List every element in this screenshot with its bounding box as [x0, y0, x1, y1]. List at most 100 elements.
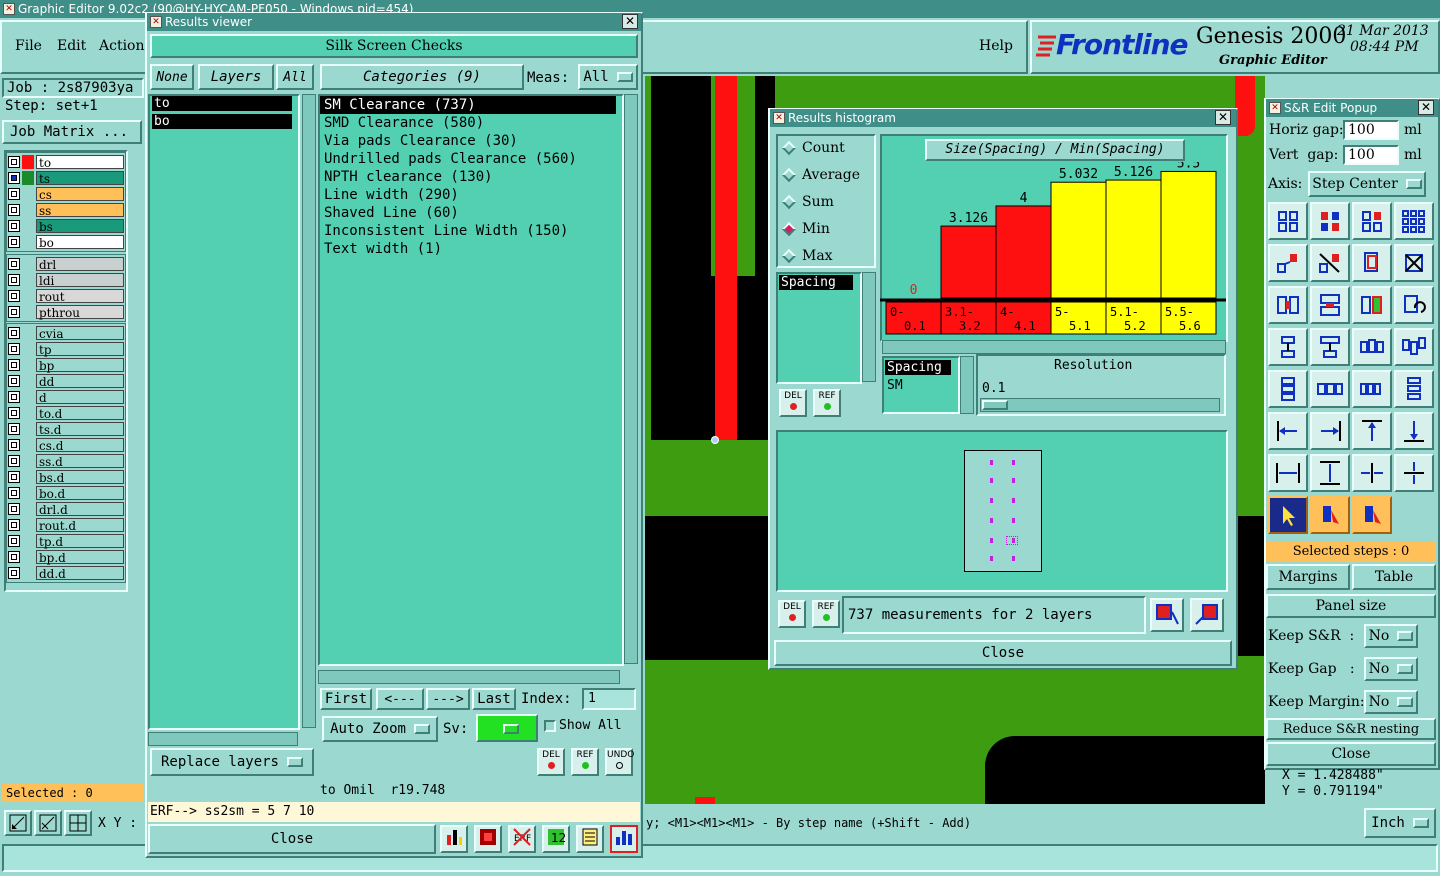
import-icon[interactable] — [1190, 598, 1224, 632]
results-layer-item[interactable]: to — [152, 96, 292, 111]
layer-checkbox[interactable] — [8, 439, 20, 451]
menu-file[interactable]: File — [15, 38, 42, 54]
spacing-list-item[interactable]: Spacing — [779, 275, 853, 290]
replace-layers-dropdown[interactable]: Replace layers — [150, 748, 314, 776]
layer-list-hscrollbar[interactable] — [148, 732, 298, 746]
matrix-icon[interactable] — [1394, 202, 1434, 240]
mode-radio-average[interactable]: Average — [781, 167, 860, 183]
results-close-icon[interactable]: ✕ — [622, 14, 638, 29]
keep-sr-dropdown[interactable]: No — [1364, 624, 1418, 648]
histogram-bar[interactable] — [1105, 179, 1162, 299]
resize-step-icon[interactable] — [1352, 244, 1392, 282]
sr-close-icon[interactable]: ✕ — [1418, 100, 1434, 115]
edit-step-icon[interactable] — [1310, 496, 1350, 534]
categories-hscrollbar[interactable] — [318, 670, 620, 684]
layer-checkbox[interactable] — [8, 236, 20, 248]
undo-button[interactable]: UNDO — [605, 748, 634, 776]
layer-row-cvia[interactable]: cvia — [8, 325, 124, 341]
layer-row-bs[interactable]: bs — [8, 218, 124, 234]
layer-row-ts-d[interactable]: ts.d — [8, 421, 124, 437]
layer-checkbox[interactable] — [8, 274, 20, 286]
layer-row-dd[interactable]: dd — [8, 373, 124, 389]
layer-checkbox[interactable] — [8, 188, 20, 200]
keep-gap-dropdown[interactable]: No — [1364, 657, 1418, 681]
vert-gap-input[interactable]: 100 — [1343, 145, 1399, 165]
distribute-h-icon[interactable] — [1352, 328, 1392, 366]
mode-radio-sum[interactable]: Sum — [781, 194, 834, 210]
align-right-icon[interactable] — [1310, 412, 1350, 450]
stack-icon[interactable] — [1268, 370, 1308, 408]
align-center-icon[interactable] — [1268, 328, 1308, 366]
layer-checkbox[interactable] — [8, 359, 20, 371]
histogram-icon[interactable] — [610, 825, 638, 853]
chart-icon-1[interactable] — [440, 825, 468, 853]
resolution-slider-thumb[interactable] — [982, 400, 1008, 410]
chart-hscrollbar[interactable] — [882, 340, 1226, 354]
results-close-button[interactable]: Close — [148, 824, 436, 854]
layer-row-drl[interactable]: drl — [8, 256, 124, 272]
categories-scrollbar[interactable] — [624, 94, 638, 664]
layer-row-tp-d[interactable]: tp.d — [8, 533, 124, 549]
array-select-icon[interactable] — [1310, 202, 1350, 240]
meas-dropdown[interactable]: All — [578, 64, 638, 90]
layer-row-to-d[interactable]: to.d — [8, 405, 124, 421]
del-button[interactable]: DEL — [537, 748, 565, 776]
layer-row-dd-d[interactable]: dd.d — [8, 565, 124, 581]
numbers-icon[interactable]: 12 — [542, 825, 570, 853]
delete-step-icon[interactable] — [1310, 244, 1350, 282]
export-icon[interactable] — [1150, 598, 1184, 632]
pointer-icon[interactable] — [1268, 496, 1308, 534]
mode-radio-count[interactable]: Count — [781, 140, 845, 156]
align-bottom-icon[interactable] — [1394, 412, 1434, 450]
layer-spacing-item[interactable]: Spacing — [885, 360, 951, 375]
reduce-nesting-button[interactable]: Reduce S&R nesting — [1266, 718, 1436, 740]
footer-ref-button[interactable]: REF — [812, 600, 840, 628]
layer-row-cs-d[interactable]: cs.d — [8, 437, 124, 453]
space-vertical-icon[interactable] — [1310, 286, 1350, 324]
remove-step-icon[interactable] — [1394, 244, 1434, 282]
axis-dropdown[interactable]: Step Center — [1308, 171, 1426, 197]
layer-checkbox[interactable] — [8, 519, 20, 531]
auto-zoom-dropdown[interactable]: Auto Zoom — [322, 716, 438, 742]
center-v-icon[interactable] — [1394, 454, 1434, 492]
layer-checkbox[interactable] — [8, 290, 20, 302]
resolution-slider[interactable] — [980, 398, 1220, 412]
layer-row-d[interactable]: d — [8, 389, 124, 405]
columns-icon[interactable] — [1352, 370, 1392, 408]
fit-height-icon[interactable] — [1310, 454, 1350, 492]
histogram-bar[interactable] — [1160, 170, 1217, 299]
category-item[interactable]: Undrilled pads Clearance (560) — [320, 150, 616, 168]
layer-checkbox[interactable] — [8, 156, 20, 168]
mode-radio-min[interactable]: Min — [781, 221, 830, 237]
results-layer-item[interactable]: bo — [152, 114, 292, 129]
category-item[interactable]: Text width (1) — [320, 240, 616, 258]
rows-icon[interactable] — [1394, 370, 1434, 408]
layer-checkbox[interactable] — [8, 375, 20, 387]
layer-row-bo[interactable]: bo — [8, 234, 124, 250]
keep-margin-dropdown[interactable]: No — [1364, 690, 1418, 714]
swap-step-icon[interactable] — [1352, 286, 1392, 324]
row-icon[interactable] — [1310, 370, 1350, 408]
align-top-icon[interactable] — [1310, 328, 1350, 366]
zoom-tool-icon[interactable] — [4, 810, 32, 836]
layer-list-scrollbar[interactable] — [302, 94, 316, 728]
layer-checkbox[interactable] — [8, 423, 20, 435]
layer-checkbox[interactable] — [8, 258, 20, 270]
layer-spacing-scrollbar[interactable] — [960, 356, 974, 414]
histogram-close-button[interactable]: Close — [774, 640, 1232, 666]
layer-checkbox[interactable] — [8, 306, 20, 318]
layer-row-ts[interactable]: ts — [8, 170, 124, 186]
layer-checkbox[interactable] — [8, 551, 20, 563]
category-item[interactable]: Inconsistent Line Width (150) — [320, 222, 616, 240]
layer-row-drl-d[interactable]: drl.d — [8, 501, 124, 517]
histogram-bar[interactable] — [995, 205, 1052, 299]
menu-actions[interactable]: Actions — [99, 38, 152, 54]
next-button[interactable]: ---> — [426, 688, 470, 710]
measure-tool-icon[interactable] — [34, 810, 62, 836]
category-item[interactable]: Via pads Clearance (30) — [320, 132, 616, 150]
layer-row-cs[interactable]: cs — [8, 186, 124, 202]
menu-help[interactable]: Help — [979, 38, 1013, 54]
layer-checkbox[interactable] — [8, 567, 20, 579]
layer-checkbox[interactable] — [8, 535, 20, 547]
layer-row-ss[interactable]: ss — [8, 202, 124, 218]
